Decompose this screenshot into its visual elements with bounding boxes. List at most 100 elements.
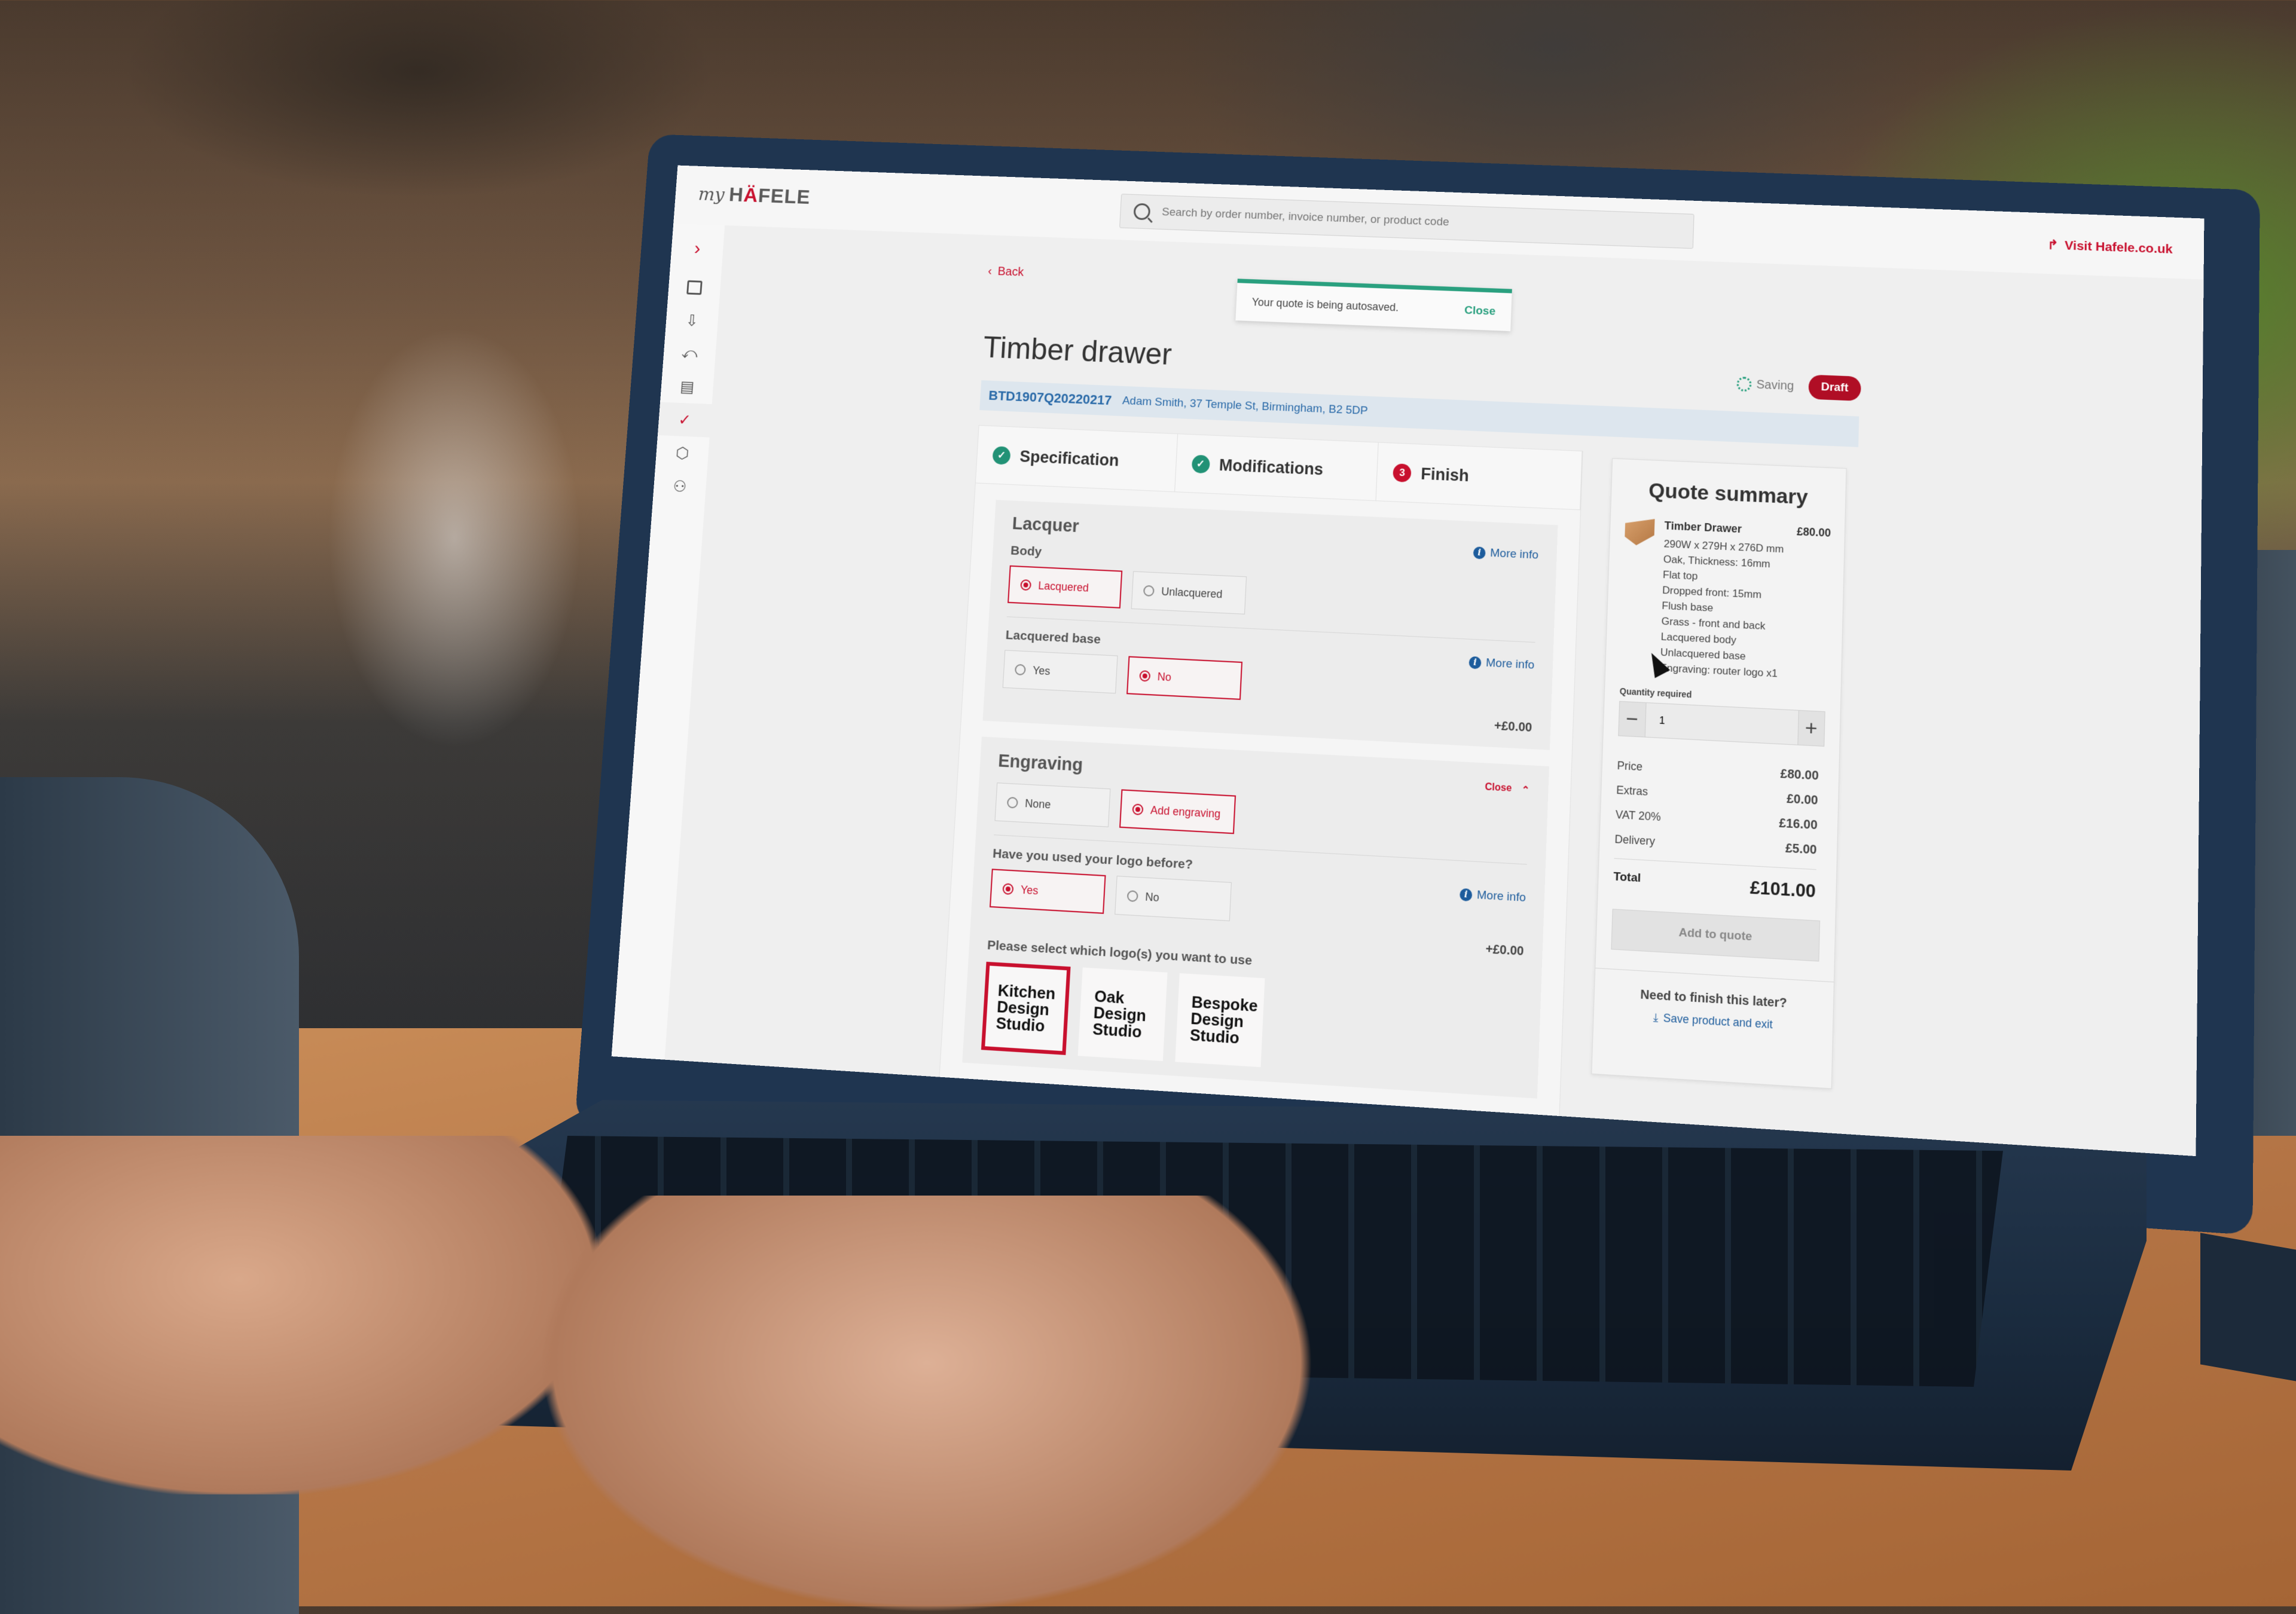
info-icon: i xyxy=(1468,656,1482,670)
stack-icon xyxy=(686,280,703,295)
option-label: Lacquered xyxy=(1037,579,1089,594)
plus-icon: + xyxy=(1805,716,1818,741)
row-value: £5.00 xyxy=(1785,841,1817,857)
product-details: 290W x 279H x 276D mm Oak, Thickness: 16… xyxy=(1660,536,1831,684)
option-lacquered[interactable]: Lacquered xyxy=(1007,565,1123,609)
step-specification[interactable]: ✓ Specification xyxy=(975,426,1178,493)
toast-close-button[interactable]: Close xyxy=(1464,304,1496,318)
logo-card-kitchen[interactable]: Kitchen Design Studio xyxy=(981,961,1071,1055)
notebook xyxy=(2200,1233,2296,1386)
sidebar-item-inbox-download[interactable]: ⇩ xyxy=(665,303,719,338)
decrement-button[interactable]: − xyxy=(1619,701,1646,737)
search-icon xyxy=(1133,203,1151,221)
option-no[interactable]: No xyxy=(1126,656,1243,700)
logo-text: Studio xyxy=(1189,1025,1240,1047)
saving-label: Saving xyxy=(1756,377,1794,393)
increment-button[interactable]: + xyxy=(1797,710,1825,746)
sidebar-item-products[interactable]: ⬡ xyxy=(655,435,710,471)
option-label: None xyxy=(1024,796,1052,811)
status-badge: Draft xyxy=(1808,374,1861,402)
option-add-engraving[interactable]: Add engraving xyxy=(1119,789,1236,834)
collapse-section-button[interactable]: Close ⌃ xyxy=(1485,782,1530,797)
product-thumbnail xyxy=(1625,518,1655,546)
sidebar-item-stack[interactable] xyxy=(667,270,721,305)
document-check-icon: ✓ xyxy=(677,410,692,429)
finish-later: Need to finish this later? ⤓ Save produc… xyxy=(1593,967,1834,1035)
minus-icon: − xyxy=(1625,707,1639,731)
option-unlacquered[interactable]: Unlacquered xyxy=(1131,571,1247,615)
page-title: Timber drawer xyxy=(982,330,1173,372)
logo-brand: HÄFELE xyxy=(728,184,811,209)
option-label: No xyxy=(1144,890,1160,904)
logo-card-bespoke[interactable]: Bespoke Design Studio xyxy=(1175,973,1265,1068)
radio xyxy=(1143,585,1155,597)
total-label: Total xyxy=(1613,870,1641,885)
sidebar-item-account[interactable]: ⚇ xyxy=(653,469,707,505)
sidebar-item-documents[interactable]: ▤ xyxy=(660,369,715,404)
quote-reference: BTD1907Q20220217 xyxy=(988,387,1112,408)
customer-address: Adam Smith, 37 Temple St, Birmingham, B2… xyxy=(1122,394,1369,418)
logo-prefix: my xyxy=(697,184,725,206)
row-label: Extras xyxy=(1616,784,1648,798)
back-link[interactable]: ‹ Back xyxy=(988,265,1024,280)
save-and-exit-label: Save product and exit xyxy=(1663,1011,1773,1031)
visit-hafele-link[interactable]: ↱ Visit Hafele.co.uk xyxy=(2047,237,2173,257)
option-label: Yes xyxy=(1032,664,1051,677)
back-label: Back xyxy=(997,265,1024,279)
step-finish[interactable]: 3 Finish xyxy=(1376,442,1583,511)
price-breakdown: Price £80.00 Extras £0.00 VAT 20% £16.00 De… xyxy=(1614,754,1819,863)
logo-text: Studio xyxy=(995,1013,1046,1035)
search-bar[interactable] xyxy=(1119,194,1694,249)
more-info-link[interactable]: i More info xyxy=(1468,656,1535,672)
logo-text: Studio xyxy=(1092,1019,1143,1041)
option-none[interactable]: None xyxy=(994,782,1111,827)
row-value: £0.00 xyxy=(1786,791,1818,808)
logo-options: Kitchen Design Studio Oak Design Studio Besp… xyxy=(981,961,1522,1083)
logo-accent: Ä xyxy=(743,184,759,207)
package-icon: ⬡ xyxy=(675,443,690,462)
quote-summary-panel: Quote summary Timber Drawer £80.00 290W … xyxy=(1591,458,1847,1089)
quantity-input[interactable] xyxy=(1644,702,1799,745)
chevron-up-icon: ⌃ xyxy=(1521,785,1530,796)
more-info-link[interactable]: i More info xyxy=(1473,546,1538,563)
add-to-quote-button[interactable]: Add to quote xyxy=(1611,909,1821,962)
step-modifications[interactable]: ✓ Modifications xyxy=(1174,434,1379,502)
radio-selected xyxy=(1002,883,1014,895)
step-label: Specification xyxy=(1019,447,1120,470)
row-label: VAT 20% xyxy=(1615,808,1662,824)
sidebar-item-inbox-return[interactable]: ⤺ xyxy=(662,336,716,371)
right-hand xyxy=(538,1196,1315,1614)
sidebar-expand-button[interactable]: › xyxy=(670,224,725,272)
step-label: Finish xyxy=(1420,464,1470,485)
option-yes[interactable]: Yes xyxy=(1002,650,1118,694)
option-no[interactable]: No xyxy=(1115,876,1232,921)
option-yes[interactable]: Yes xyxy=(989,869,1106,914)
radio xyxy=(1014,664,1026,676)
info-icon: i xyxy=(1473,546,1486,560)
engraving-section: Engraving Close ⌃ None Add engraving i M… xyxy=(962,736,1549,1099)
total-value: £101.00 xyxy=(1750,878,1816,902)
row-value: £80.00 xyxy=(1780,767,1819,783)
check-icon: ✓ xyxy=(1191,454,1210,474)
close-label: Close xyxy=(1485,781,1512,794)
more-info-label: More info xyxy=(1489,546,1539,562)
search-input[interactable] xyxy=(1160,205,1653,237)
logo-card-oak[interactable]: Oak Design Studio xyxy=(1077,967,1168,1062)
inbox-download-icon: ⇩ xyxy=(685,311,699,329)
download-icon: ⤓ xyxy=(1653,1011,1659,1025)
option-label: Yes xyxy=(1020,883,1039,897)
chevron-left-icon: ‹ xyxy=(987,264,993,278)
step-label: Modifications xyxy=(1219,456,1324,479)
sidebar-item-quotes[interactable]: ✓ xyxy=(657,402,712,438)
total-row: Total £101.00 xyxy=(1613,858,1816,903)
row-label: Delivery xyxy=(1614,833,1656,848)
myhafele-logo[interactable]: my HÄFELE xyxy=(698,182,811,209)
inbox-return-icon: ⤺ xyxy=(681,343,698,362)
row-label: Price xyxy=(1617,759,1643,774)
summary-title: Quote summary xyxy=(1648,478,1809,509)
more-info-label: More info xyxy=(1476,888,1526,905)
radio-selected xyxy=(1020,579,1032,591)
chevron-right-icon: › xyxy=(693,237,701,258)
main-content: ‹ Back Your quote is being autosaved. Cl… xyxy=(664,225,2204,1157)
more-info-label: More info xyxy=(1485,656,1535,672)
